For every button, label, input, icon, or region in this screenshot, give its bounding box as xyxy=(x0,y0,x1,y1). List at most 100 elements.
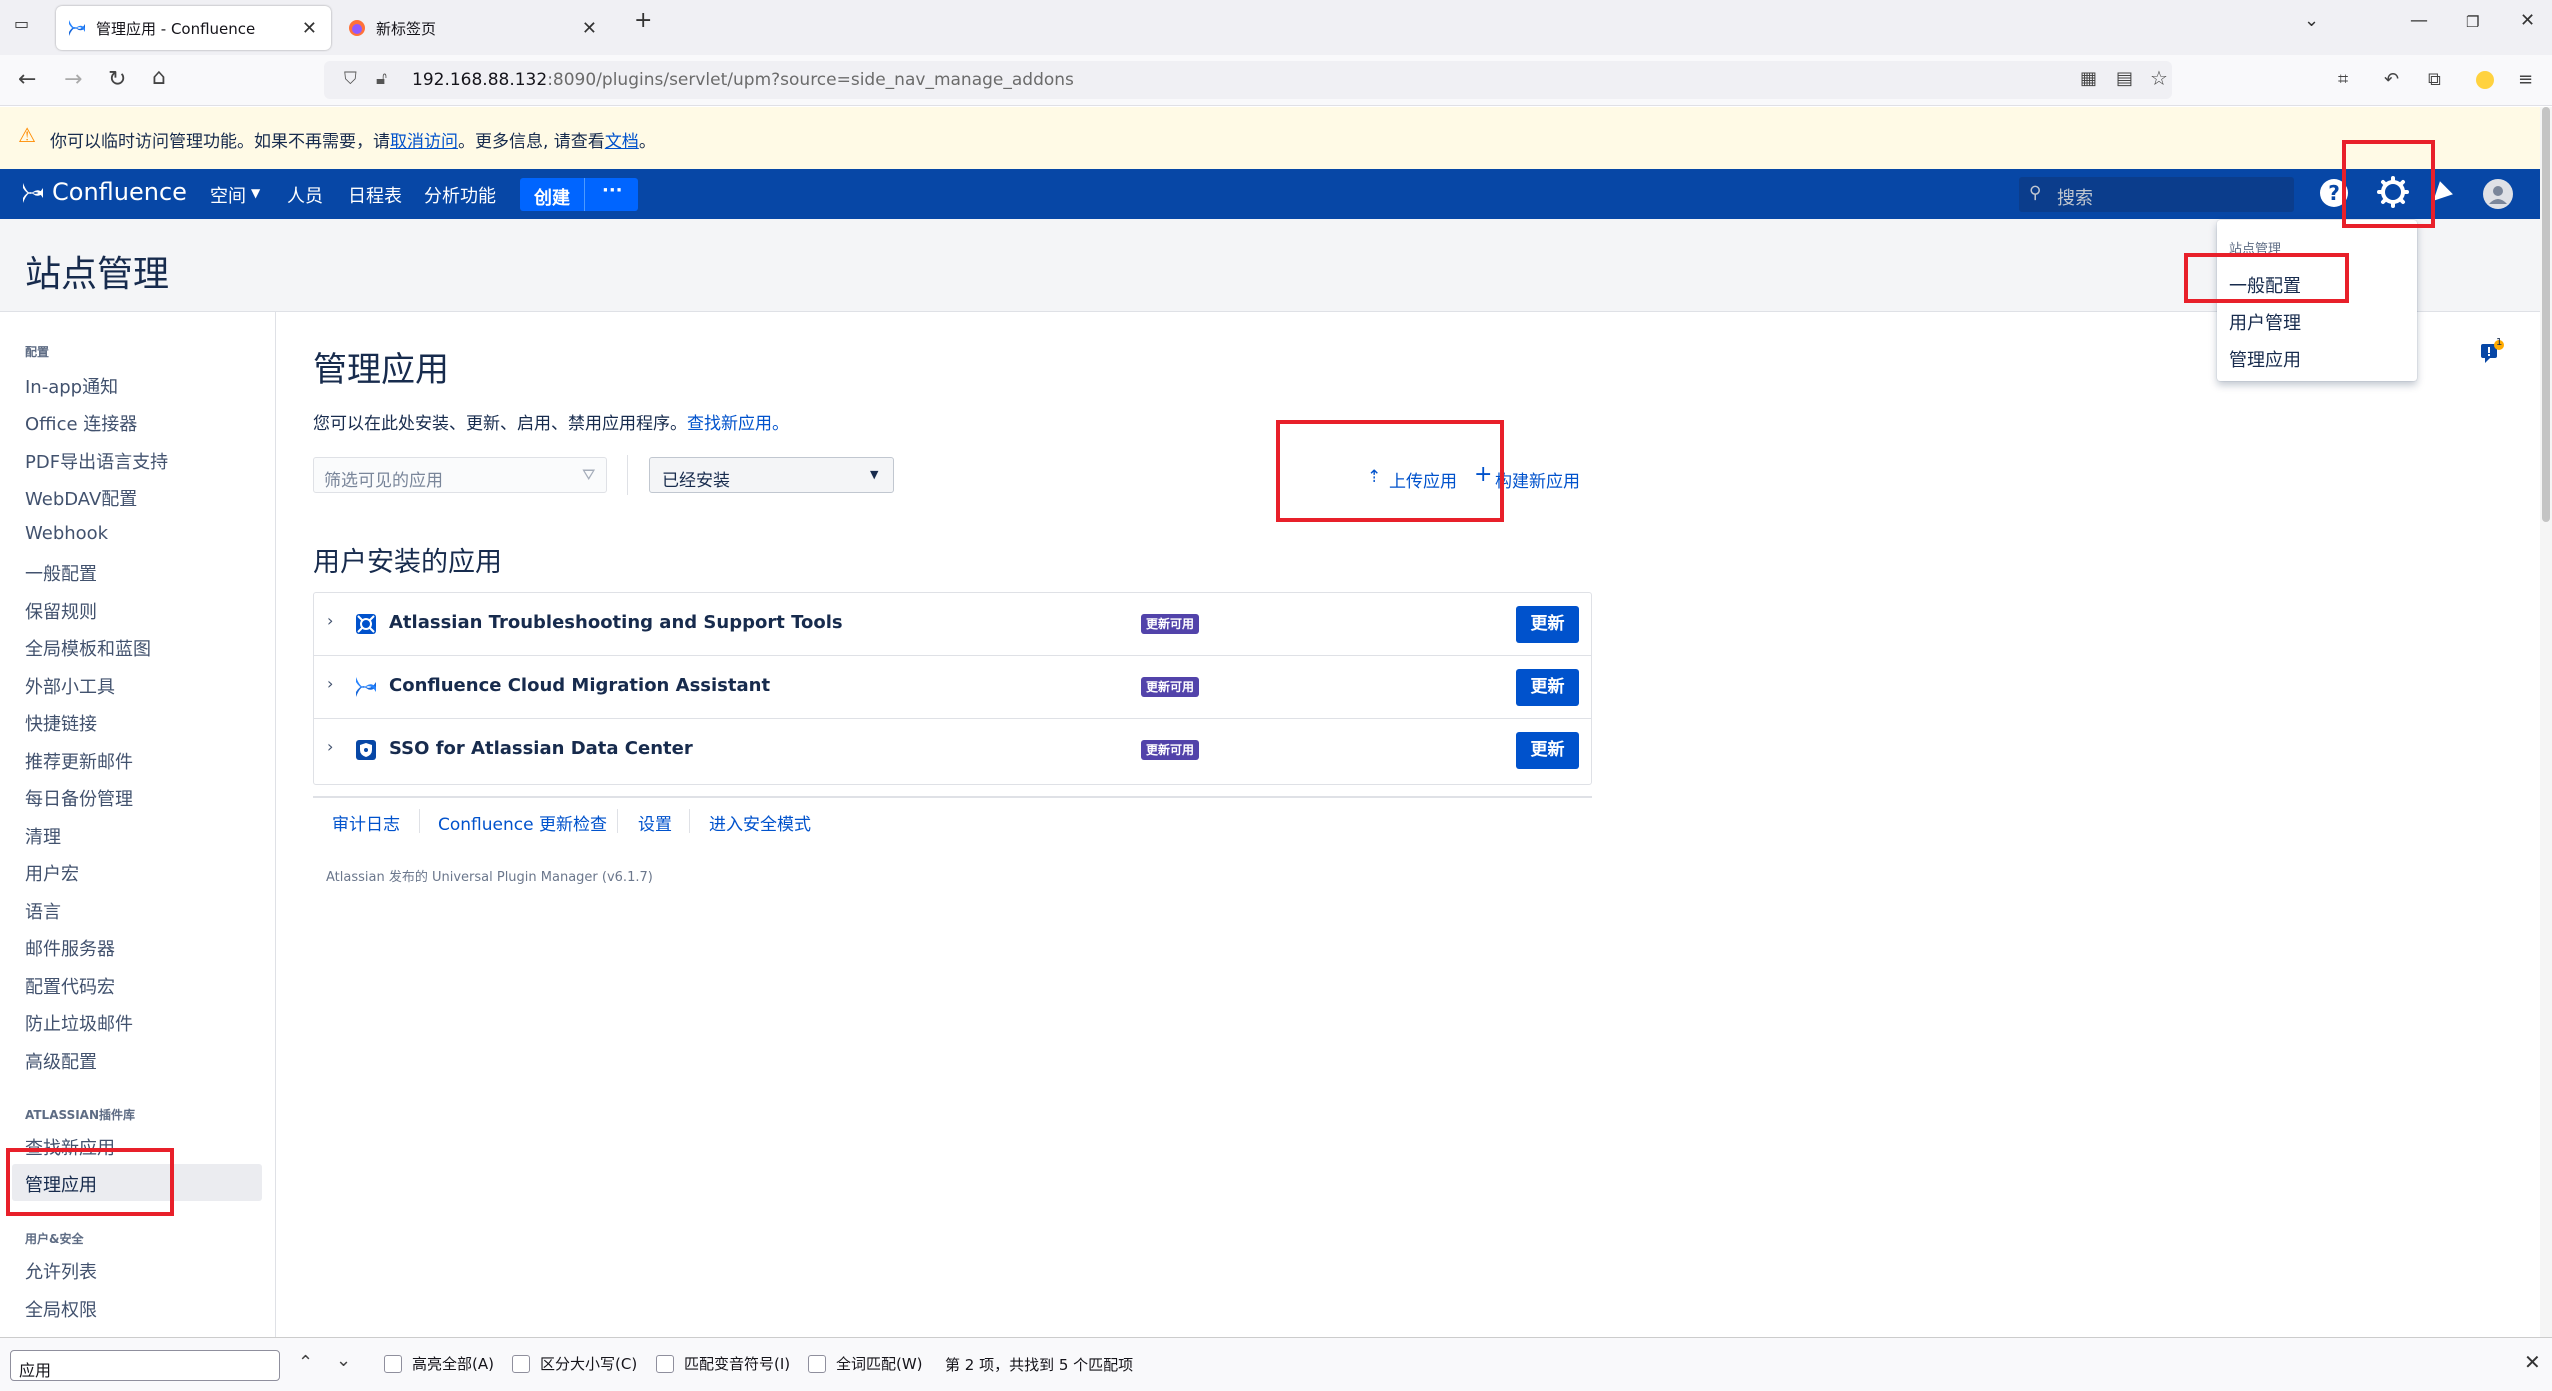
forward-icon[interactable]: → xyxy=(64,67,82,92)
screenshot-crop-icon[interactable]: ⌗ xyxy=(2338,69,2348,90)
sidebar-item-spam-prevention[interactable]: 防止垃圾邮件 xyxy=(25,1010,133,1036)
chevron-right-icon[interactable]: › xyxy=(327,674,333,693)
highlight-all-checkbox[interactable]: 高亮全部(A) xyxy=(384,1353,494,1374)
link-separator xyxy=(689,809,690,833)
extensions-icon[interactable]: ⧉ xyxy=(2428,69,2441,90)
confluence-logo-icon[interactable] xyxy=(22,182,44,208)
tab-manage-apps[interactable]: 管理应用 - Confluence ✕ xyxy=(56,6,331,50)
update-button[interactable]: 更新 xyxy=(1516,606,1579,643)
notification-count: 1 xyxy=(2496,337,2503,348)
nav-spaces[interactable]: 空间 xyxy=(210,182,246,208)
app-name[interactable]: Confluence Cloud Migration Assistant xyxy=(389,675,770,696)
sidebar-item-allowlist[interactable]: 允许列表 xyxy=(25,1258,97,1284)
enter-safe-mode-link[interactable]: 进入安全模式 xyxy=(709,810,811,835)
back-icon[interactable]: ← xyxy=(18,67,36,92)
sidebar-item-office-connector[interactable]: Office 连接器 xyxy=(25,410,137,436)
search-input[interactable]: ⚲ 搜索 xyxy=(2019,177,2294,212)
menu-item-user-management[interactable]: 用户管理 xyxy=(2229,309,2301,335)
sidebar-item-mail-servers[interactable]: 邮件服务器 xyxy=(25,935,115,961)
minimize-icon[interactable]: — xyxy=(2410,10,2428,31)
update-button[interactable]: 更新 xyxy=(1516,669,1579,706)
menu-hamburger-icon[interactable]: ≡ xyxy=(2518,69,2533,90)
settings-link[interactable]: 设置 xyxy=(638,810,672,835)
sidebar-item-advanced-config[interactable]: 高级配置 xyxy=(25,1048,97,1074)
find-input[interactable]: 应用 xyxy=(10,1350,280,1381)
description-text: 您可以在此处安装、更新、启用、禁用应用程序。 xyxy=(313,414,687,434)
sidebar-item-retention-rules[interactable]: 保留规则 xyxy=(25,598,97,624)
tracking-shield-icon[interactable]: ⛉ xyxy=(344,69,357,89)
firefox-favicon-icon xyxy=(348,19,366,37)
sidebar-item-webdav[interactable]: WebDAV配置 xyxy=(25,485,137,511)
checkbox-box xyxy=(656,1354,674,1373)
nav-analytics[interactable]: 分析功能 xyxy=(424,182,496,208)
window-close-icon[interactable]: ✕ xyxy=(2520,10,2535,31)
vertical-scrollbar[interactable] xyxy=(2540,107,2552,1337)
profile-sun-icon[interactable] xyxy=(2476,71,2494,89)
sidebar-item-inapp-notifications[interactable]: In-app通知 xyxy=(25,373,118,399)
chevron-right-icon[interactable]: › xyxy=(327,611,333,630)
sidebar-item-general-config[interactable]: 一般配置 xyxy=(25,560,97,586)
address-bar[interactable]: ⛉ 🔓︎ 192.168.88.132:8090/plugins/servlet… xyxy=(324,61,2172,99)
sidebar-item-recommended-updates[interactable]: 推荐更新邮件 xyxy=(25,748,133,774)
close-tab-icon[interactable]: ✕ xyxy=(582,18,597,39)
sidebar-item-external-gadgets[interactable]: 外部小工具 xyxy=(25,673,115,699)
undo-arrow-icon[interactable]: ↶ xyxy=(2384,69,2399,90)
reload-icon[interactable]: ↻ xyxy=(108,67,126,92)
url-text[interactable]: 192.168.88.132:8090/plugins/servlet/upm?… xyxy=(412,70,1074,90)
tab-list-icon[interactable]: ▭ xyxy=(14,14,29,33)
nav-people[interactable]: 人员 xyxy=(287,182,323,208)
menu-item-manage-apps[interactable]: 管理应用 xyxy=(2229,346,2301,372)
sidebar-item-shortcut-links[interactable]: 快捷链接 xyxy=(25,710,97,736)
new-tab-button[interactable]: + xyxy=(634,8,652,33)
build-new-app-link[interactable]: 构建新应用 xyxy=(1495,467,1580,492)
docs-link[interactable]: 文档 xyxy=(605,132,639,152)
create-button-group: 创建 ··· xyxy=(520,178,638,211)
app-row[interactable]: › Atlassian Troubleshooting and Support … xyxy=(314,593,1591,656)
close-find-bar-icon[interactable]: ✕ xyxy=(2524,1350,2541,1374)
user-installed-apps-heading: 用户安装的应用 xyxy=(313,547,502,578)
chevron-down-icon[interactable]: ▼ xyxy=(251,186,260,200)
confluence-update-check-link[interactable]: Confluence 更新检查 xyxy=(438,810,607,835)
find-previous-icon[interactable]: ⌃ xyxy=(298,1352,313,1373)
find-next-icon[interactable]: ⌄ xyxy=(336,1350,351,1371)
insecure-lock-icon[interactable]: 🔓︎ xyxy=(376,69,387,89)
restore-icon[interactable]: ❐ xyxy=(2466,13,2479,31)
cancel-access-link[interactable]: 取消访问 xyxy=(390,132,458,152)
app-name[interactable]: Atlassian Troubleshooting and Support To… xyxy=(389,612,843,633)
match-diacritics-checkbox[interactable]: 匹配变音符号(I) xyxy=(656,1353,790,1374)
nav-calendars[interactable]: 日程表 xyxy=(348,182,402,208)
reader-view-icon[interactable]: ▤ xyxy=(2116,68,2133,89)
sidebar-item-code-macro[interactable]: 配置代码宏 xyxy=(25,973,115,999)
confluence-favicon-icon xyxy=(68,19,86,37)
confluence-logo-text[interactable]: Confluence xyxy=(52,178,187,206)
app-row[interactable]: › Confluence Cloud Migration Assistant 更… xyxy=(314,656,1591,719)
app-status-select[interactable]: 已经安装 ▼ xyxy=(649,457,894,493)
app-row[interactable]: › SSO for Atlassian Data Center 更新可用 更新 xyxy=(314,719,1591,782)
find-new-apps-link[interactable]: 查找新应用。 xyxy=(687,414,789,434)
user-avatar[interactable] xyxy=(2483,179,2513,209)
app-name[interactable]: SSO for Atlassian Data Center xyxy=(389,738,693,759)
sidebar-item-cleanup[interactable]: 清理 xyxy=(25,823,61,849)
bookmark-star-icon[interactable]: ☆ xyxy=(2150,66,2168,90)
whole-words-checkbox[interactable]: 全词匹配(W) xyxy=(808,1353,923,1374)
filter-apps-input[interactable]: 筛选可见的应用 ⛛ xyxy=(313,457,607,493)
match-case-checkbox[interactable]: 区分大小写(C) xyxy=(512,1353,637,1374)
create-more-button[interactable]: ··· xyxy=(602,180,623,201)
audit-log-link[interactable]: 审计日志 xyxy=(332,810,400,835)
home-icon[interactable]: ⌂ xyxy=(152,65,166,90)
close-tab-icon[interactable]: ✕ xyxy=(302,18,317,39)
update-button[interactable]: 更新 xyxy=(1516,732,1579,769)
list-all-tabs-icon[interactable]: ⌄ xyxy=(2304,10,2319,31)
sidebar-item-daily-backup[interactable]: 每日备份管理 xyxy=(25,785,133,811)
create-button[interactable]: 创建 xyxy=(534,184,570,210)
sidebar-item-global-permissions[interactable]: 全局权限 xyxy=(25,1296,97,1322)
chevron-right-icon[interactable]: › xyxy=(327,737,333,756)
qr-code-icon[interactable]: ▦ xyxy=(2080,68,2097,89)
sidebar-item-templates[interactable]: 全局模板和蓝图 xyxy=(25,635,151,661)
sidebar-item-webhook[interactable]: Webhook xyxy=(25,523,108,544)
sidebar-item-languages[interactable]: 语言 xyxy=(25,898,61,924)
scrollbar-thumb[interactable] xyxy=(2542,107,2550,522)
sidebar-item-pdf-language[interactable]: PDF导出语言支持 xyxy=(25,448,168,474)
sidebar-item-user-macros[interactable]: 用户宏 xyxy=(25,860,79,886)
tab-new-tab[interactable]: 新标签页 ✕ xyxy=(336,6,611,50)
